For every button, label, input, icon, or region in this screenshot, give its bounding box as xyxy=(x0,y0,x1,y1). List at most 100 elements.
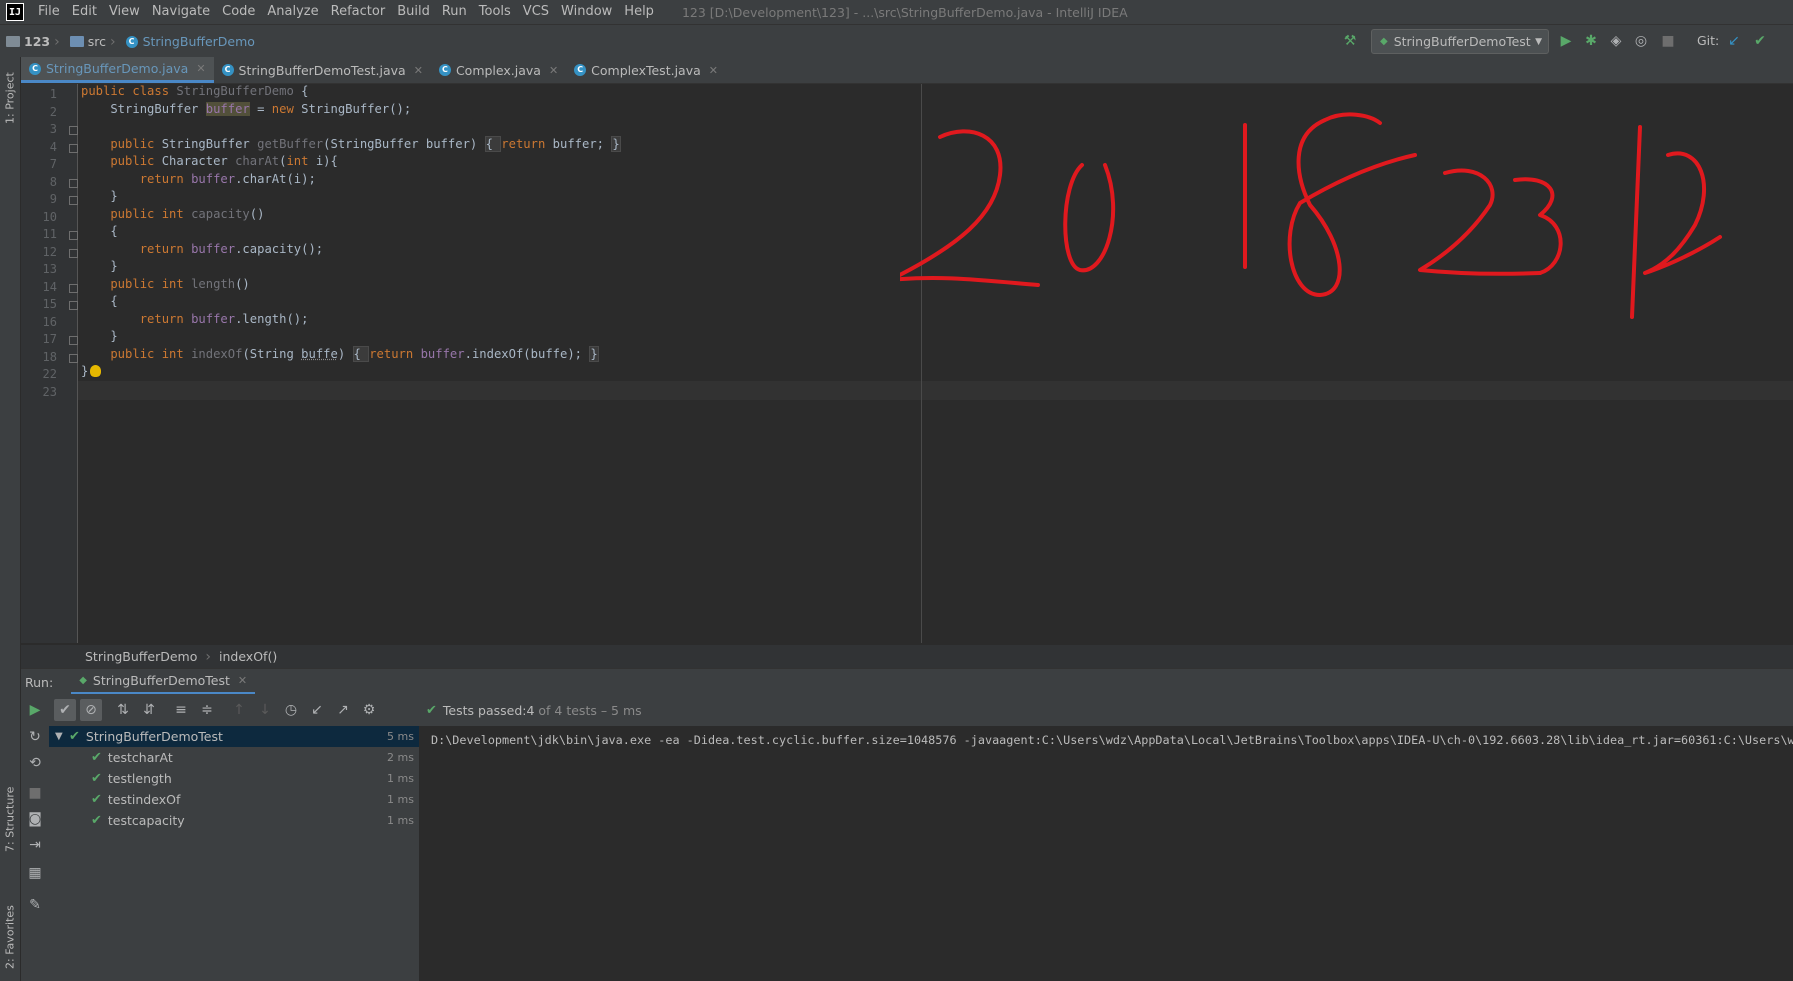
line-number: 4 xyxy=(49,139,57,154)
tree-item-suite[interactable]: ▼ ✔ StringBufferDemoTest 5 ms xyxy=(49,726,419,747)
fold-marker-icon[interactable] xyxy=(69,301,78,310)
menu-edit[interactable]: Edit xyxy=(66,0,103,24)
tree-item-label: testcharAt xyxy=(107,750,173,765)
breadcrumb-src[interactable]: src xyxy=(69,34,106,49)
import-tests-icon[interactable]: ↙ xyxy=(306,699,328,721)
test-runner-toolbar: ✔ ⊘ ⇅ ⇵ ≡ ≑ ↑ ↓ ◷ ↙ ↗ ⚙ ✔ Tests passed: … xyxy=(49,694,1793,726)
export-tests-icon[interactable]: ↗ xyxy=(332,699,354,721)
line-number: 18 xyxy=(42,349,57,364)
menu-window[interactable]: Window xyxy=(555,0,618,24)
tests-status-prefix: Tests passed: xyxy=(442,702,527,718)
close-icon[interactable]: ✕ xyxy=(196,62,205,75)
run-play-icon[interactable]: ▶ xyxy=(1558,33,1574,49)
tree-item-test[interactable]: ✔ testcapacity 1 ms xyxy=(49,810,419,831)
tab-complextest[interactable]: C ComplexTest.java ✕ xyxy=(566,57,726,83)
tab-stringbufferdemo[interactable]: C StringBufferDemo.java ✕ xyxy=(21,57,214,83)
tab-stringbufferdemotest[interactable]: C StringBufferDemoTest.java ✕ xyxy=(214,57,431,83)
tree-expand-icon[interactable]: ▼ xyxy=(55,731,69,742)
run-panel-header: Run: ◆ StringBufferDemoTest ✕ xyxy=(21,668,1793,695)
fold-marker-icon[interactable] xyxy=(69,248,78,258)
fold-marker-icon[interactable] xyxy=(69,283,78,293)
git-label: Git: xyxy=(1697,33,1720,48)
breadcrumb-project[interactable]: 123 xyxy=(6,34,50,49)
structure-tool-tab[interactable]: 7: Structure xyxy=(1,777,19,861)
lightbulb-icon[interactable] xyxy=(90,365,101,377)
rerun-failed-icon[interactable]: ↻ xyxy=(24,726,46,748)
menu-vcs[interactable]: VCS xyxy=(517,0,555,24)
build-hammer-icon[interactable]: ⚒ xyxy=(1342,33,1358,49)
sort-alpha-icon[interactable]: ⇅ xyxy=(112,699,134,721)
tests-status-count: 4 xyxy=(526,702,535,718)
debug-bug-icon[interactable]: ✱ xyxy=(1583,33,1599,49)
menu-refactor[interactable]: Refactor xyxy=(325,0,392,24)
close-icon[interactable]: ✕ xyxy=(549,64,558,77)
passed-check-icon: ✔ xyxy=(91,813,102,828)
stop-icon[interactable]: ■ xyxy=(24,782,46,804)
rerun-icon[interactable]: ▶ xyxy=(24,699,46,721)
fold-marker-icon[interactable] xyxy=(69,231,78,240)
menu-view[interactable]: View xyxy=(103,0,146,24)
code-line-9: } xyxy=(81,189,118,203)
tree-item-duration: 1 ms xyxy=(387,793,414,806)
tree-item-test[interactable]: ✔ testindexOf 1 ms xyxy=(49,789,419,810)
sort-duration-icon[interactable]: ⇵ xyxy=(138,699,160,721)
git-update-icon[interactable]: ↙ xyxy=(1726,33,1742,49)
tree-item-test[interactable]: ✔ testlength 1 ms xyxy=(49,768,419,789)
fold-marker-icon[interactable] xyxy=(69,353,78,363)
tab-complex[interactable]: C Complex.java ✕ xyxy=(431,57,566,83)
tree-item-duration: 1 ms xyxy=(387,772,414,785)
close-icon[interactable]: ✕ xyxy=(238,674,247,687)
collapse-all-icon[interactable]: ≑ xyxy=(196,699,218,721)
stop-icon[interactable]: ■ xyxy=(1660,33,1676,49)
close-icon[interactable]: ✕ xyxy=(414,64,423,77)
exit-icon[interactable]: ⇥ xyxy=(24,834,46,856)
fold-marker-icon[interactable] xyxy=(69,178,78,188)
test-results-tree: ▼ ✔ StringBufferDemoTest 5 ms ✔ testchar… xyxy=(49,726,420,981)
next-failed-icon[interactable]: ↓ xyxy=(254,699,276,721)
tab-label: ComplexTest.java xyxy=(591,62,701,78)
run-configuration-select[interactable]: ◆ StringBufferDemoTest ▼ xyxy=(1371,29,1549,54)
line-number: 22 xyxy=(42,367,57,381)
show-ignored-icon[interactable]: ⊘ xyxy=(80,699,102,721)
settings-gear-icon[interactable]: ⚙ xyxy=(358,699,380,721)
profile-icon[interactable]: ◎ xyxy=(1633,33,1649,49)
tree-item-test[interactable]: ✔ testcharAt 2 ms xyxy=(49,747,419,768)
code-line-10: public int capacity() xyxy=(81,206,265,221)
menu-navigate[interactable]: Navigate xyxy=(146,0,216,24)
project-tool-tab-label: 1: Project xyxy=(3,72,17,124)
console-output[interactable]: D:\Development\jdk\bin\java.exe -ea -Did… xyxy=(420,726,1793,981)
close-icon[interactable]: ✕ xyxy=(709,64,718,77)
project-tool-tab[interactable]: 1: Project xyxy=(1,63,19,133)
camera-icon[interactable]: ◙ xyxy=(24,808,46,830)
breadcrumb-file[interactable]: C StringBufferDemo xyxy=(125,34,255,49)
coverage-icon[interactable]: ◈ xyxy=(1608,33,1624,49)
layout-icon[interactable]: ▦ xyxy=(24,862,46,884)
menu-file[interactable]: File xyxy=(32,0,66,24)
class-icon: C xyxy=(438,64,451,76)
menu-analyze[interactable]: Analyze xyxy=(261,0,324,24)
run-tab-stringbufferdemotest[interactable]: ◆ StringBufferDemoTest ✕ xyxy=(71,669,256,695)
fold-marker-icon[interactable] xyxy=(69,336,78,345)
show-passed-check-icon[interactable]: ✔ xyxy=(54,699,76,721)
fold-marker-icon[interactable] xyxy=(69,196,78,205)
toggle-auto-test-icon[interactable]: ⟲ xyxy=(24,752,46,774)
code-line-17: } xyxy=(81,329,118,343)
menu-build[interactable]: Build xyxy=(391,0,436,24)
pin-icon[interactable]: ✎ xyxy=(24,894,46,916)
fold-marker-icon[interactable] xyxy=(69,126,78,135)
expand-all-icon[interactable]: ≡ xyxy=(170,699,192,721)
breadcrumb-method[interactable]: indexOf() xyxy=(219,649,277,664)
previous-failed-icon[interactable]: ↑ xyxy=(228,699,250,721)
tests-status: ✔ Tests passed: 4 of 4 tests – 5 ms xyxy=(426,703,642,718)
fold-marker-icon[interactable] xyxy=(69,143,78,153)
favorites-tool-tab[interactable]: 2: Favorites xyxy=(1,897,19,977)
history-icon[interactable]: ◷ xyxy=(280,699,302,721)
menu-code[interactable]: Code xyxy=(216,0,261,24)
editor-breadcrumb: StringBufferDemo › indexOf() xyxy=(21,644,1793,668)
breadcrumb-class[interactable]: StringBufferDemo xyxy=(85,649,197,664)
git-commit-check-icon[interactable]: ✔ xyxy=(1752,33,1768,49)
menu-run[interactable]: Run xyxy=(436,0,473,24)
menu-tools[interactable]: Tools xyxy=(473,0,517,24)
menu-help[interactable]: Help xyxy=(618,0,660,24)
code-line-13: } xyxy=(81,259,118,273)
